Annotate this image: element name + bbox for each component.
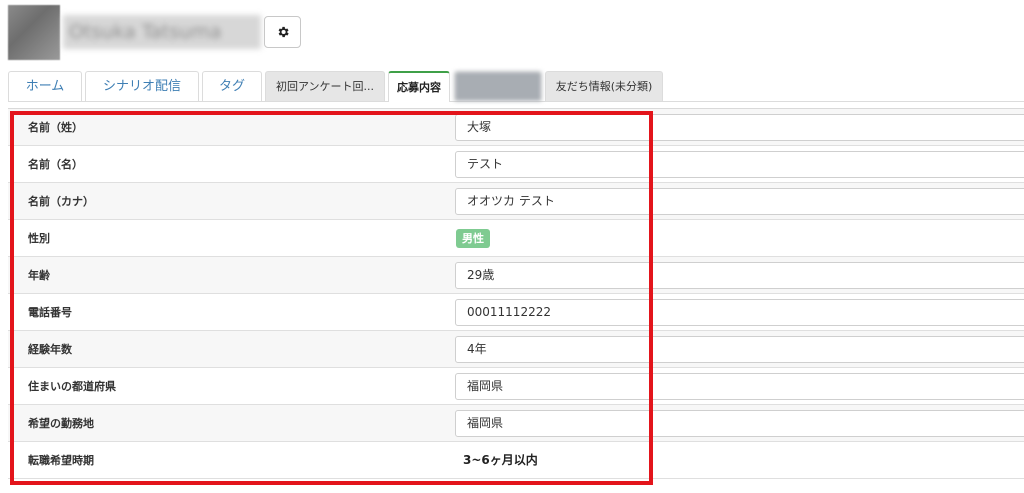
field-label: 性別 <box>28 232 50 245</box>
table-row: 年齢 29歳 <box>8 257 1024 294</box>
age-field[interactable]: 29歳 <box>455 262 1024 289</box>
tab-initial-survey[interactable]: 初回アンケート回... <box>265 71 385 101</box>
tab-bar: ホーム シナリオ配信 タグ 初回アンケート回... 応募内容 友だち情報(未分類… <box>8 71 1024 102</box>
field-label: 名前（カナ） <box>28 195 94 208</box>
application-details-table: 名前（姓） 大塚 名前（名） テスト 名前（カナ） オオツカ テスト 性別 男性… <box>8 108 1024 483</box>
tab-home[interactable]: ホーム <box>8 71 82 101</box>
field-label: 年齢 <box>28 269 50 282</box>
field-label: 電話番号 <box>28 306 72 319</box>
gender-badge: 男性 <box>456 229 490 248</box>
table-row: 希望の勤務地 福岡県 <box>8 405 1024 442</box>
tab-tags[interactable]: タグ <box>202 71 262 101</box>
phone-field[interactable]: 00011112222 <box>455 299 1024 326</box>
table-row: 名前（名） テスト <box>8 146 1024 183</box>
table-row: 名前（カナ） オオツカ テスト <box>8 183 1024 220</box>
settings-button[interactable] <box>264 16 301 48</box>
field-label: 希望の勤務地 <box>28 417 94 430</box>
field-label: 転職希望時期 <box>28 454 94 467</box>
tab-scenario[interactable]: シナリオ配信 <box>85 71 199 101</box>
table-row: 名前（姓） 大塚 <box>8 109 1024 146</box>
experience-field[interactable]: 4年 <box>455 336 1024 363</box>
table-row: 性別 男性 <box>8 220 1024 257</box>
table-row: 電話番号 00011112222 <box>8 294 1024 331</box>
field-label: 住まいの都道府県 <box>28 380 116 393</box>
work-location-field[interactable]: 福岡県 <box>455 410 1024 437</box>
job-change-timing-value: 3~6ヶ月以内 <box>463 453 538 467</box>
table-row: 転職希望時期 3~6ヶ月以内 <box>8 442 1024 479</box>
gear-icon <box>278 26 289 38</box>
tab-redacted[interactable] <box>454 71 542 101</box>
table-row: 経験年数 4年 <box>8 331 1024 368</box>
tab-friend-info[interactable]: 友だち情報(未分類) <box>545 71 663 101</box>
profile-name: Otsuka Tatsuma <box>63 15 261 49</box>
kana-name-field[interactable]: オオツカ テスト <box>455 188 1024 215</box>
field-label: 名前（姓） <box>28 121 83 134</box>
last-name-field[interactable]: 大塚 <box>455 114 1024 141</box>
profile-header: Otsuka Tatsuma <box>8 5 608 60</box>
tab-application[interactable]: 応募内容 <box>388 71 450 102</box>
table-row: 住まいの都道府県 福岡県 <box>8 368 1024 405</box>
first-name-field[interactable]: テスト <box>455 151 1024 178</box>
field-label: 経験年数 <box>28 343 72 356</box>
field-label: 名前（名） <box>28 158 83 171</box>
prefecture-field[interactable]: 福岡県 <box>455 373 1024 400</box>
tab-divider <box>8 101 1024 102</box>
avatar <box>8 5 60 60</box>
